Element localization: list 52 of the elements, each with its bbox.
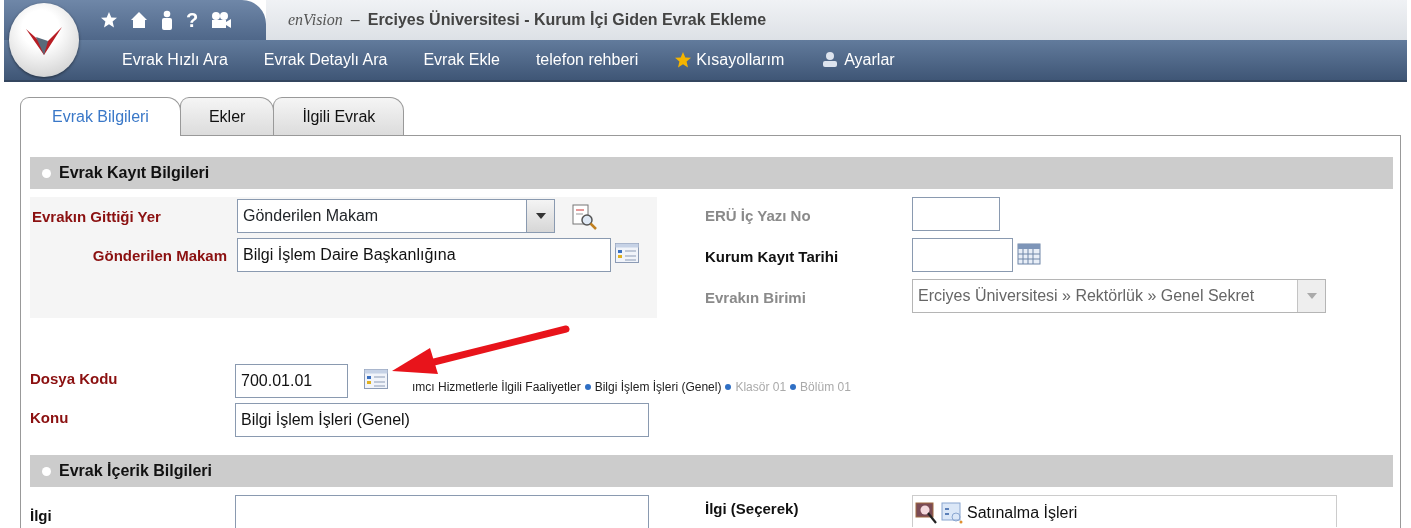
- breadcrumb-link[interactable]: Bilgi İşlem İşleri (Genel): [594, 378, 722, 396]
- field-label: İlgi: [30, 506, 53, 526]
- menu-item[interactable]: telefon rehberi: [517, 48, 657, 72]
- section-title: Evrak Kayıt Bilgileri: [59, 163, 210, 183]
- field-label: Konu: [30, 408, 70, 428]
- help-icon[interactable]: ?: [186, 10, 199, 30]
- camera-icon[interactable]: [210, 11, 233, 29]
- caret-icon: [535, 213, 546, 219]
- bullet-icon: [42, 466, 51, 476]
- tab[interactable]: Ekler: [179, 97, 275, 135]
- field-label: İlgi (Seçerek): [705, 499, 800, 519]
- menu-item[interactable]: Evrak Ekle: [405, 48, 518, 72]
- text-field[interactable]: [235, 495, 649, 528]
- field-label: Evrakın Birimi: [705, 288, 807, 308]
- bullet-icon: [584, 384, 591, 390]
- field-label: Evrakın Gittiği Yer: [32, 207, 162, 227]
- home-icon[interactable]: [130, 11, 148, 29]
- field-label: Dosya Kodu: [30, 369, 119, 389]
- text-field[interactable]: Bilgi İşlem Daire Başkanlığına: [237, 238, 611, 272]
- window-title: Erciyes Üniversitesi - Kurum İçi Giden Evrak Ekleme: [367, 9, 767, 30]
- bullet-icon: [790, 384, 797, 390]
- star-icon[interactable]: [100, 11, 118, 29]
- text-field[interactable]: Bilgi İşlem İşleri (Genel): [235, 403, 649, 437]
- menu-item[interactable]: Kısayollarım: [656, 48, 803, 72]
- list-icon[interactable]: [364, 369, 388, 389]
- bullet-icon: [42, 168, 51, 178]
- section-title: Evrak İçerik Bilgileri: [59, 461, 212, 481]
- magnifier-icon[interactable]: [915, 502, 937, 524]
- calendar-icon[interactable]: [1017, 243, 1041, 265]
- title-separator: –: [350, 10, 360, 30]
- text-field[interactable]: [912, 197, 1000, 231]
- menu-item[interactable]: Ayarlar: [802, 48, 913, 72]
- field-label: ERÜ İç Yazı No: [705, 206, 812, 226]
- star-icon: [674, 51, 693, 69]
- tab[interactable]: Evrak Bilgileri: [20, 97, 181, 136]
- bullet-icon: [725, 384, 732, 390]
- document-search-icon[interactable]: [571, 204, 597, 230]
- picked-item[interactable]: Satınalma İşleri: [967, 501, 1078, 525]
- text-field[interactable]: [912, 238, 1013, 272]
- text-field[interactable]: 700.01.01: [235, 364, 348, 398]
- field-label: Gönderilen Makam: [91, 246, 228, 266]
- menu-item[interactable]: Evrak Hızlı Ara: [104, 48, 246, 72]
- dropdown[interactable]: Gönderilen Makam: [237, 199, 555, 233]
- app-logo: enVision: [288, 10, 343, 30]
- person-icon[interactable]: [160, 10, 174, 30]
- list-icon[interactable]: [615, 243, 639, 263]
- breadcrumb-link[interactable]: ımcı Hizmetlerle İlgili Faaliyetler: [412, 378, 581, 396]
- list-search-icon[interactable]: [941, 502, 963, 524]
- caret-icon: [1306, 293, 1317, 299]
- menu-item[interactable]: Evrak Detaylı Ara: [245, 48, 406, 72]
- tab[interactable]: İlgili Evrak: [273, 97, 405, 135]
- field-label: Kurum Kayıt Tarihi: [705, 247, 840, 267]
